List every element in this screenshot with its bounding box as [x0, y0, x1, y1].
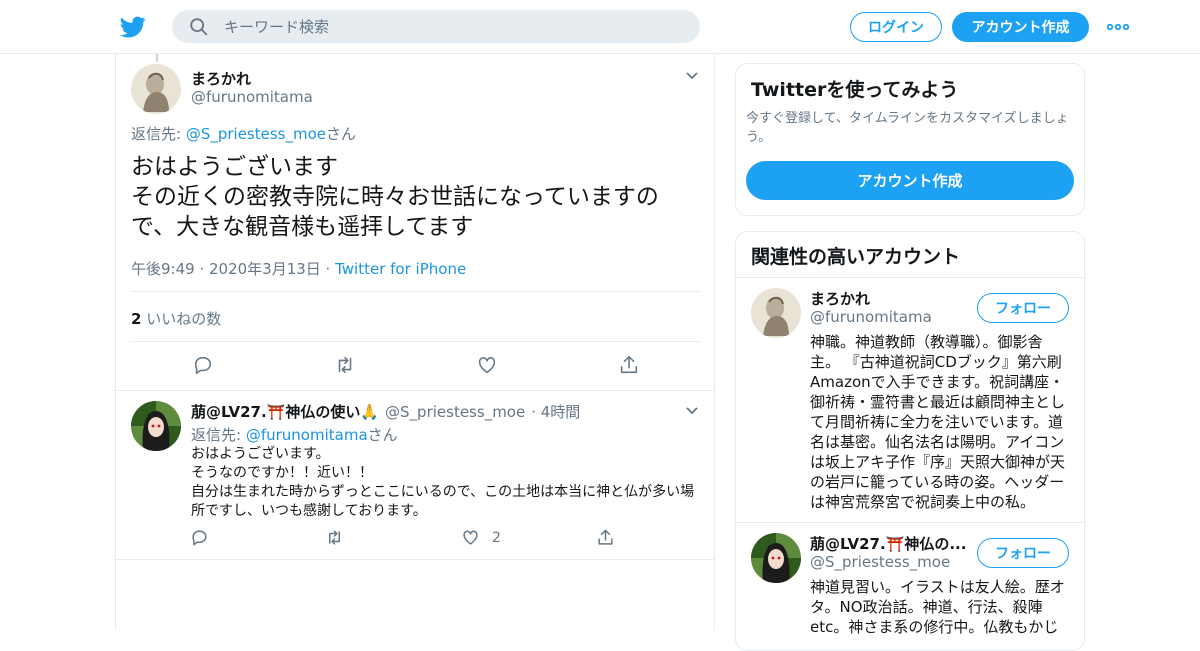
- related-account[interactable]: まろかれ @furunomitama フォロー 神職。神道教師（教導職）。御影舎…: [736, 278, 1084, 522]
- account-handle[interactable]: @S_priestess_moe: [810, 553, 950, 571]
- reply-to-link[interactable]: @S_priestess_moe: [186, 125, 326, 143]
- like-button[interactable]: [476, 354, 498, 376]
- retweet-icon: [328, 530, 341, 545]
- tweet-source-link[interactable]: Twitter for iPhone: [335, 260, 466, 278]
- like-count: 2: [492, 529, 501, 546]
- account-name[interactable]: まろかれ: [810, 288, 970, 309]
- chevron-down-icon[interactable]: [684, 68, 700, 84]
- tweet-timestamp[interactable]: · 4時間: [531, 401, 580, 422]
- account-name[interactable]: 萠@LV27.⛩️神仏の...: [810, 533, 970, 554]
- reply-icon: [194, 356, 212, 375]
- reply-icon: [192, 530, 207, 546]
- tweet-actions: 2: [116, 528, 714, 554]
- like-icon: [463, 530, 478, 545]
- share-icon: [620, 355, 638, 374]
- reply-header: 萠@LV27.⛩️神仏の使い🙏 @S_priestess_moe · 4時間: [191, 401, 580, 422]
- author-name[interactable]: 萠@LV27.⛩️神仏の使い🙏: [191, 401, 379, 422]
- top-navigation-bar: ログイン アカウント作成: [0, 0, 1200, 54]
- reply-to-link[interactable]: @furunomitama: [246, 426, 368, 444]
- signup-card-description: 今すぐ登録して、タイムラインをカスタマイズしましょう。: [746, 111, 1069, 145]
- account-bio: 神職。神道教師（教導職）。御影舎主。 『古神道祝詞CDブック』第六刷Amazon…: [810, 333, 1066, 511]
- search-input[interactable]: [224, 17, 684, 36]
- author-name[interactable]: まろかれ: [191, 68, 251, 89]
- share-icon: [598, 529, 613, 545]
- avatar[interactable]: [751, 288, 801, 338]
- author-handle[interactable]: @furunomitama: [191, 88, 313, 106]
- retweet-icon: [338, 356, 352, 374]
- timeline-column: まろかれ @furunomitama 返信先: @S_priestess_moe…: [115, 54, 715, 630]
- follow-button[interactable]: フォロー: [977, 293, 1069, 323]
- reply-button[interactable]: [190, 528, 209, 547]
- reply-prefix: 返信先:: [131, 125, 186, 143]
- reply-suffix: さん: [326, 125, 357, 143]
- tweet-text: おはようございます その近くの密教寺院に時々お世話になっていますので、大きな観音…: [131, 154, 659, 240]
- like-button[interactable]: 2: [461, 528, 501, 547]
- tweet-actions: [116, 354, 714, 380]
- divider: [130, 291, 700, 292]
- reply-to-line: 返信先: @S_priestess_moeさん: [131, 123, 356, 144]
- login-button[interactable]: ログイン: [850, 12, 942, 42]
- twitter-bird-icon[interactable]: [120, 14, 146, 40]
- account-handle[interactable]: @furunomitama: [810, 308, 932, 326]
- reply-tweet[interactable]: 萠@LV27.⛩️神仏の使い🙏 @S_priestess_moe · 4時間 返…: [116, 391, 714, 560]
- reply-button[interactable]: [192, 354, 214, 376]
- search-bar[interactable]: [172, 10, 700, 43]
- more-dots-icon[interactable]: [1106, 17, 1130, 37]
- signup-button[interactable]: アカウント作成: [952, 12, 1089, 42]
- signup-card: Twitterを使ってみよう 今すぐ登録して、タイムラインをカスタマイズしましょ…: [735, 63, 1085, 216]
- retweet-button[interactable]: [334, 354, 356, 376]
- related-accounts-card: 関連性の高いアカウント まろかれ @furunomitama フォロー 神職。神…: [735, 231, 1085, 651]
- signup-card-button[interactable]: アカウント作成: [746, 161, 1074, 200]
- related-accounts-title: 関連性の高いアカウント: [751, 246, 961, 268]
- retweet-button[interactable]: [325, 528, 344, 547]
- divider: [130, 341, 700, 342]
- reply-prefix: 返信先:: [191, 426, 246, 444]
- reply-suffix: さん: [367, 426, 398, 444]
- avatar[interactable]: [131, 401, 181, 451]
- tweet-timestamp[interactable]: 午後9:49 · 2020年3月13日 ·: [131, 260, 335, 278]
- tweet-meta: 午後9:49 · 2020年3月13日 · Twitter for iPhone: [131, 258, 466, 279]
- main-tweet: まろかれ @furunomitama 返信先: @S_priestess_moe…: [116, 54, 714, 391]
- share-button[interactable]: [596, 528, 615, 547]
- likes-count[interactable]: 2 いいねの数: [131, 308, 221, 329]
- like-icon: [478, 357, 496, 374]
- author-handle[interactable]: @S_priestess_moe: [385, 403, 525, 421]
- likes-number: 2: [131, 310, 142, 328]
- share-button[interactable]: [618, 354, 640, 376]
- avatar[interactable]: [131, 64, 181, 114]
- likes-label: いいねの数: [141, 310, 222, 328]
- tweet-text: おはようございます。 そうなのですか！！近い！！ 自分は生まれた時からずっとここ…: [191, 446, 695, 519]
- chevron-down-icon[interactable]: [684, 403, 700, 419]
- account-bio: 神道見習い。イラストは友人絵。歴オタ。NO政治話。神道、行法、殺陣etc。神さま…: [810, 578, 1065, 636]
- signup-card-title: Twitterを使ってみよう: [751, 79, 959, 101]
- follow-button[interactable]: フォロー: [977, 538, 1069, 568]
- related-account[interactable]: 萠@LV27.⛩️神仏の... @S_priestess_moe フォロー 神道…: [736, 523, 1084, 650]
- search-icon: [190, 17, 208, 35]
- avatar[interactable]: [751, 533, 801, 583]
- reply-to-line: 返信先: @furunomitamaさん: [191, 424, 398, 445]
